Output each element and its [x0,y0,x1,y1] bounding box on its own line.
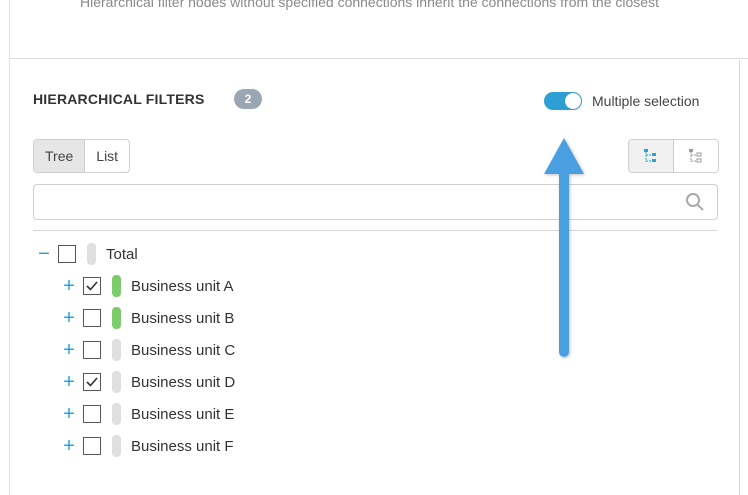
tree-collapse-icon [689,149,702,163]
collapse-icon[interactable]: − [36,244,52,264]
top-divider [10,58,748,59]
tree-checkbox[interactable] [83,373,101,391]
tree-row-label: Total [106,245,138,263]
expand-icon[interactable]: + [61,308,77,328]
tree-divider [33,230,717,231]
tab-list[interactable]: List [85,140,129,172]
tree-checkbox[interactable] [83,277,101,295]
tree-checkbox[interactable] [58,245,76,263]
search-input[interactable] [34,185,690,217]
view-switch: Tree List [33,139,131,173]
hierarchical-filters-panel: HIERARCHICAL FILTERS 2 Multiple selectio… [10,60,739,495]
tab-tree[interactable]: Tree [34,140,85,172]
tree-row-label: Business unit D [131,373,236,391]
multiple-selection-label: Multiple selection [592,93,700,109]
tree-checkbox[interactable] [83,437,101,455]
expand-icon[interactable]: + [61,372,77,392]
right-border [739,60,740,495]
tree-row[interactable]: − Total [36,243,138,265]
tree-checkbox[interactable] [83,405,101,423]
connection-flag [112,307,121,329]
tree-checkbox[interactable] [83,309,101,327]
tree-checkbox[interactable] [83,341,101,359]
tree-row-label: Business unit C [131,341,236,359]
connection-flag [112,371,121,393]
panel-title: HIERARCHICAL FILTERS [33,91,205,107]
tree-row[interactable]: + Business unit B [61,307,234,329]
connection-flag [87,243,96,265]
expand-icon[interactable]: + [61,404,77,424]
connection-flag [112,275,121,297]
tree-row[interactable]: + Business unit D [61,371,235,393]
expand-tree-button[interactable] [629,140,673,172]
search-box [33,184,718,220]
tree-row-label: Business unit F [131,437,234,455]
count-badge: 2 [234,89,262,109]
tree-row[interactable]: + Business unit F [61,435,234,457]
connection-flag [112,435,121,457]
top-info-strip: Hierarchical filter nodes without specif… [0,0,748,60]
expand-icon[interactable]: + [61,340,77,360]
tree-row-label: Business unit B [131,309,235,327]
expand-icon[interactable]: + [61,276,77,296]
tree-row-label: Business unit A [131,277,234,295]
tree-row[interactable]: + Business unit E [61,403,234,425]
toggle-knob [565,93,581,109]
tree-row[interactable]: + Business unit C [61,339,235,361]
check-icon [86,281,98,291]
multiple-selection-toggle[interactable] [544,92,582,110]
search-icon[interactable] [685,192,705,217]
expand-icon[interactable]: + [61,436,77,456]
tree-toolbar [628,139,719,173]
inheritance-note: Hierarchical filter nodes without specif… [80,0,659,10]
tree-row[interactable]: + Business unit A [61,275,234,297]
connection-flag [112,339,121,361]
connection-flag [112,403,121,425]
collapse-tree-button[interactable] [674,140,718,172]
check-icon [86,377,98,387]
tree-row-label: Business unit E [131,405,235,423]
tree-expand-icon [644,149,656,162]
